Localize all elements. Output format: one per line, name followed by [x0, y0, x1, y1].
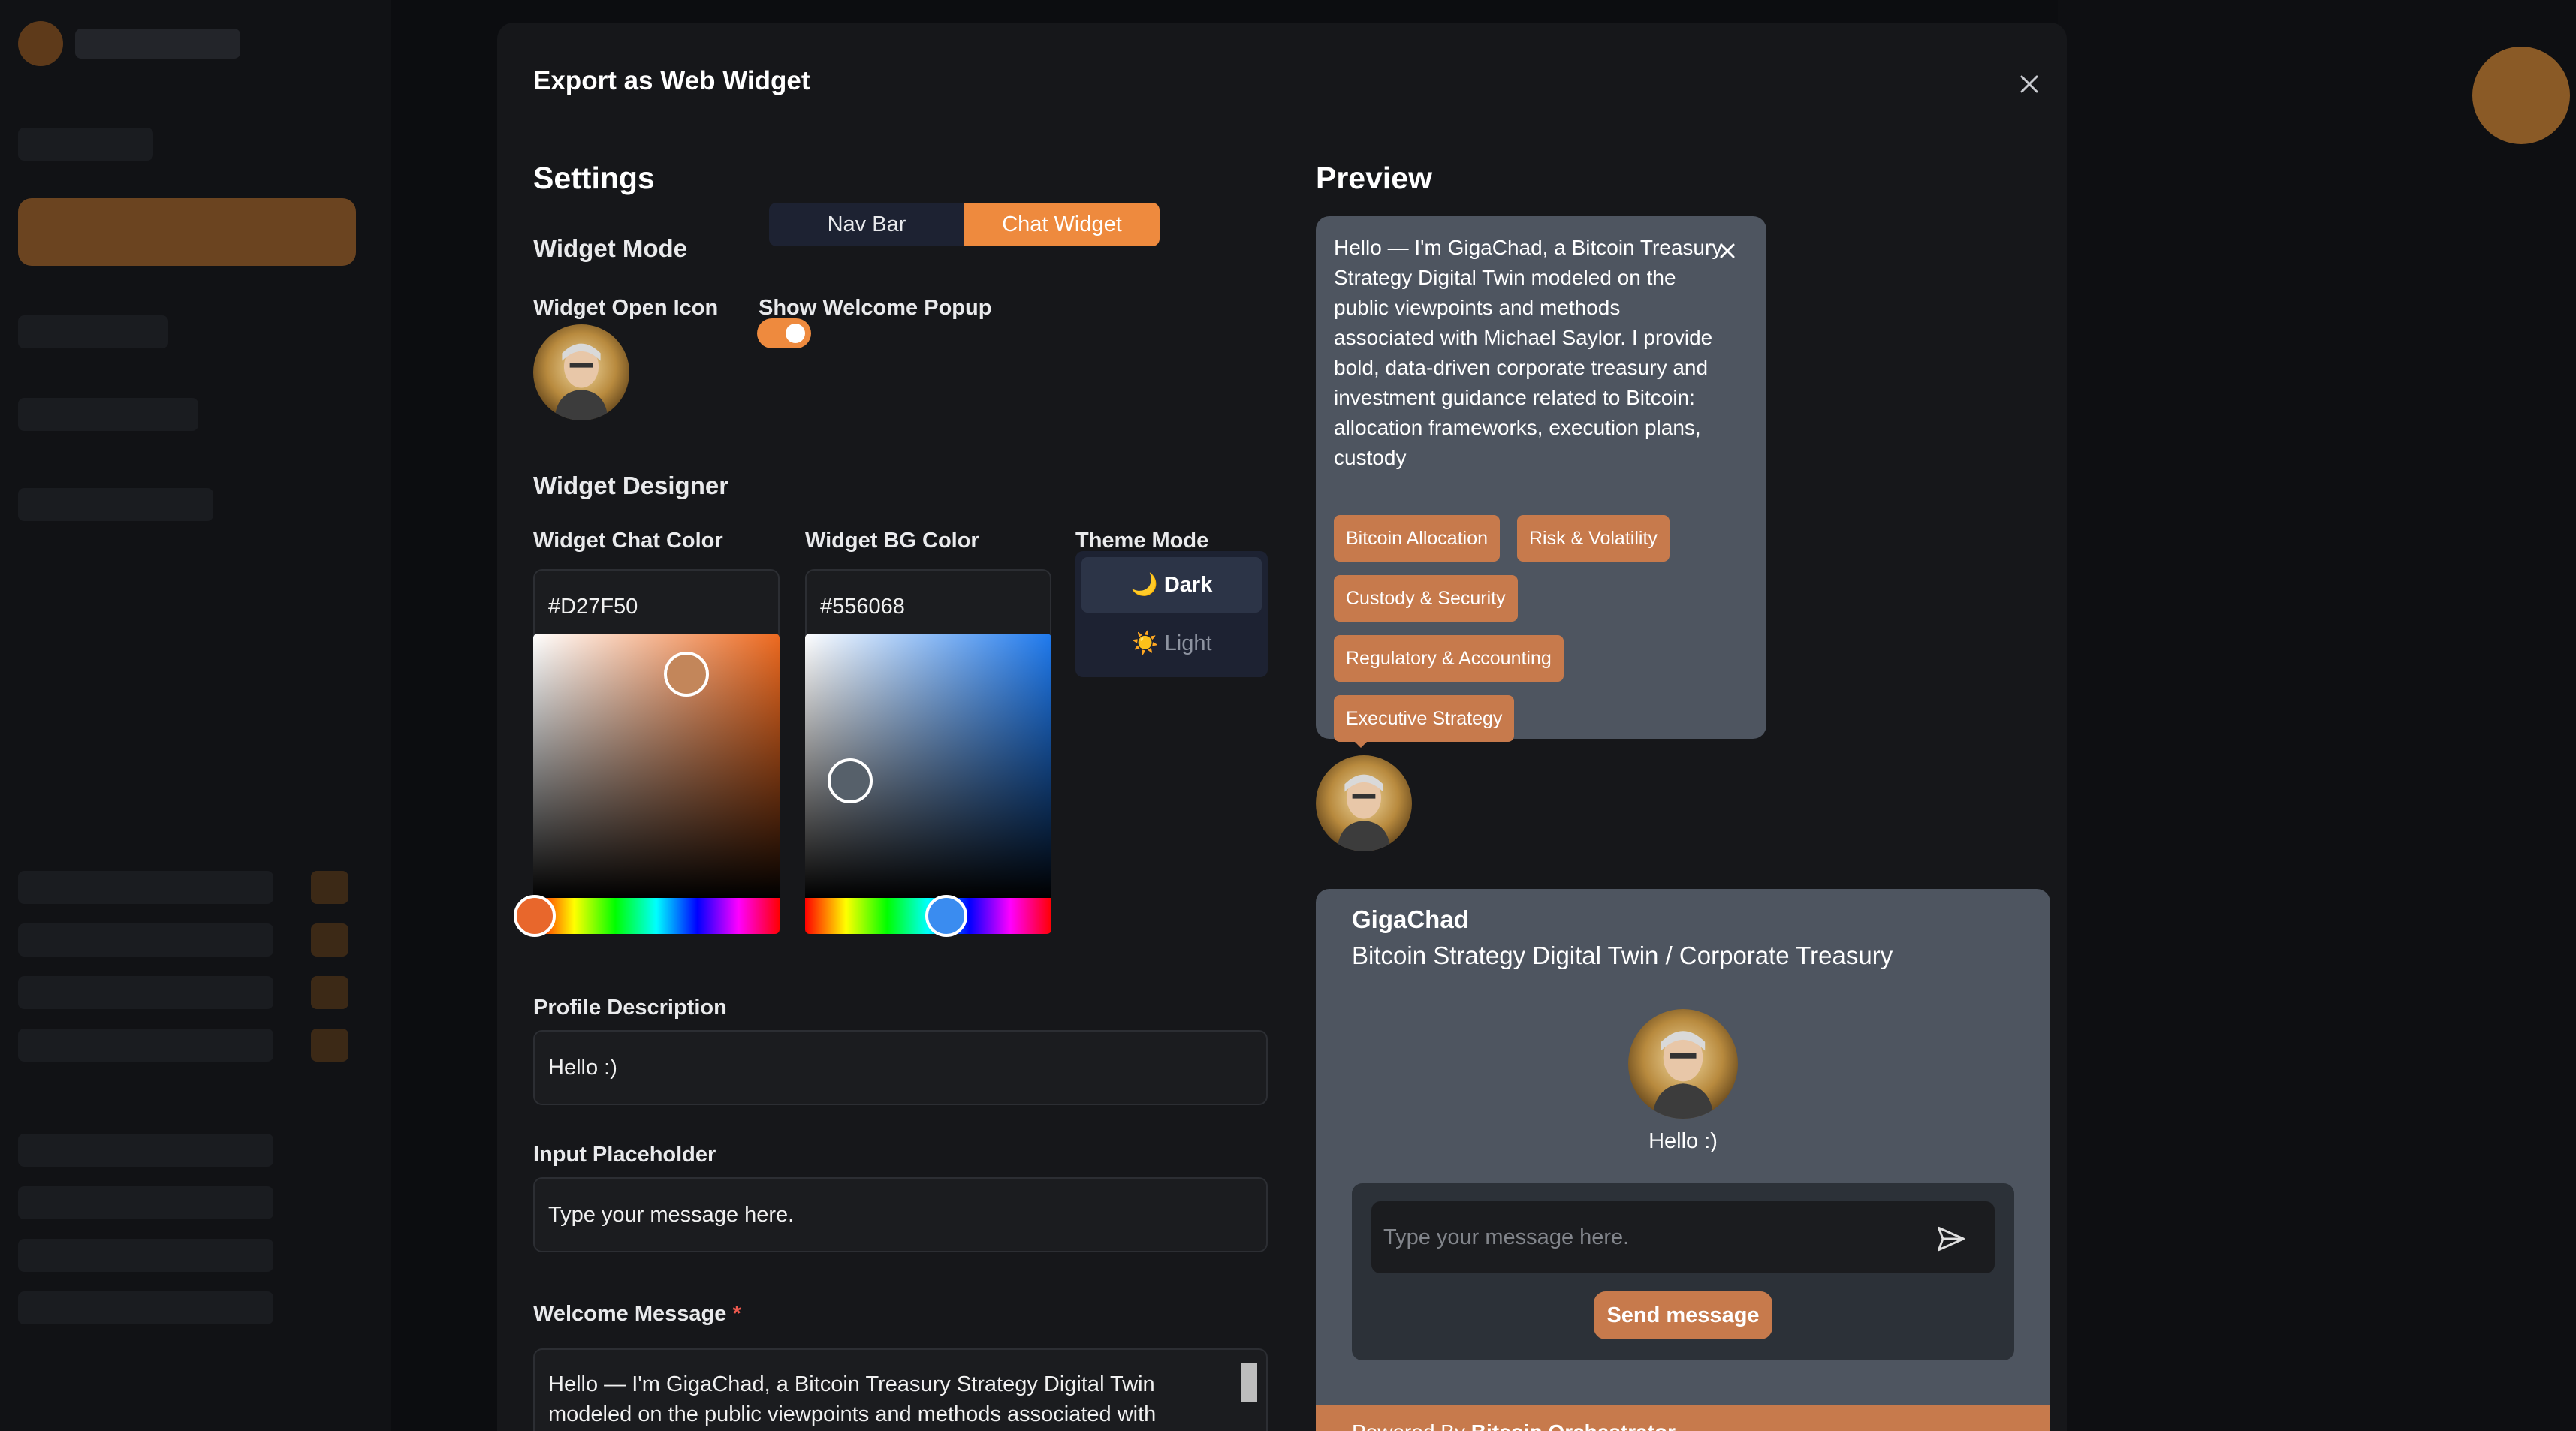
toggle-knob [786, 324, 805, 343]
background-nav-item [18, 488, 213, 521]
widget-chat-color-label: Widget Chat Color [533, 529, 723, 553]
chip-risk-volatility[interactable]: Risk & Volatility [1517, 515, 1670, 562]
welcome-message-label: Welcome Message * [533, 1302, 741, 1327]
background-right-panel [2058, 0, 2576, 1431]
required-asterisk: * [732, 1302, 741, 1326]
bg-color-hue-slider[interactable] [805, 895, 1051, 937]
mode-option-nav-bar[interactable]: Nav Bar [769, 203, 964, 246]
settings-title: Settings [533, 161, 655, 195]
widget-launcher-avatar[interactable] [1316, 755, 1412, 851]
close-button[interactable] [2010, 65, 2049, 104]
background-list-item [18, 923, 273, 957]
background-user-avatar [2472, 47, 2570, 144]
input-placeholder-input[interactable]: Type your message here. [533, 1177, 1268, 1252]
profile-description-label: Profile Description [533, 996, 727, 1020]
background-list-item [18, 1134, 273, 1167]
welcome-popup-toggle[interactable] [757, 318, 811, 348]
chat-color-hex-input[interactable]: #D27F50 [533, 569, 780, 644]
popup-welcome-text: Hello — I'm GigaChad, a Bitcoin Treasury… [1334, 236, 1723, 469]
background-nav-item [18, 128, 153, 161]
widget-open-icon-label: Widget Open Icon [533, 296, 719, 320]
welcome-message-line: Hello — I'm GigaChad, a Bitcoin Treasury… [548, 1372, 1155, 1396]
background-active-nav [18, 198, 356, 266]
popup-tail [1350, 737, 1371, 748]
export-widget-modal: Export as Web Widget Settings Widget Mod… [497, 23, 2067, 1431]
welcome-popup-preview: Hello — I'm GigaChad, a Bitcoin Treasury… [1316, 216, 1766, 742]
close-icon [2020, 75, 2038, 93]
input-placeholder-label: Input Placeholder [533, 1143, 716, 1167]
welcome-message-textarea[interactable]: Hello — I'm GigaChad, a Bitcoin Treasury… [533, 1348, 1268, 1431]
chat-greeting: Hello :) [1648, 1129, 1718, 1153]
chip-regulatory-accounting[interactable]: Regulatory & Accounting [1334, 635, 1564, 682]
powered-by-prefix: Powered By [1352, 1420, 1465, 1431]
chat-color-hue-slider[interactable] [514, 895, 780, 937]
chat-hue-handle[interactable] [514, 895, 556, 937]
send-message-button[interactable]: Send message [1594, 1291, 1772, 1339]
background-list-item [18, 976, 273, 1009]
background-logo [18, 21, 63, 66]
bg-hue-handle[interactable] [925, 895, 967, 937]
theme-mode-selector: 🌙 Dark ☀️ Light [1075, 551, 1268, 677]
chat-bot-avatar [1628, 1009, 1738, 1119]
avatar-image [533, 324, 629, 420]
background-list-badge [311, 976, 348, 1009]
avatar-image [1628, 1009, 1738, 1119]
widget-open-icon-avatar[interactable] [533, 324, 629, 420]
background-list-item [18, 1291, 273, 1324]
welcome-message-label-text: Welcome Message [533, 1302, 727, 1326]
chat-bot-name: GigaChad [1352, 905, 1469, 933]
profile-description-input[interactable]: Hello :) [533, 1030, 1268, 1105]
preview-title: Preview [1316, 161, 1432, 195]
bg-color-hex-input[interactable]: #556068 [805, 569, 1051, 644]
background-logo-text [75, 29, 240, 59]
background-list-item [18, 1239, 273, 1272]
popup-close-button[interactable] [1712, 236, 1742, 266]
powered-by-footer: Powered By Bitcoin Orchestrator [1316, 1405, 2050, 1431]
background-nav-item [18, 398, 198, 431]
chat-color-saturation-area[interactable] [533, 634, 780, 898]
modal-title: Export as Web Widget [533, 66, 810, 95]
textarea-scrollbar[interactable] [1241, 1363, 1257, 1402]
theme-mode-label: Theme Mode [1075, 529, 1209, 553]
background-nav-item [18, 315, 168, 348]
chip-bitcoin-allocation[interactable]: Bitcoin Allocation [1334, 515, 1501, 562]
close-icon [1720, 243, 1735, 258]
chip-executive-strategy[interactable]: Executive Strategy [1334, 695, 1515, 742]
background-list-item [18, 1029, 273, 1062]
theme-option-light[interactable]: ☀️ Light [1081, 616, 1262, 671]
background-list-item [18, 1186, 273, 1219]
widget-mode-label: Widget Mode [533, 234, 688, 262]
welcome-message-line: modeled on the public viewpoints and met… [548, 1402, 1157, 1426]
mode-option-chat-widget[interactable]: Chat Widget [964, 203, 1160, 246]
send-icon[interactable] [1935, 1222, 1968, 1255]
chat-bot-subtitle: Bitcoin Strategy Digital Twin / Corporat… [1352, 941, 1893, 969]
background-list-badge [311, 1029, 348, 1062]
chip-custody-security[interactable]: Custody & Security [1334, 575, 1518, 622]
widget-designer-title: Widget Designer [533, 471, 729, 499]
powered-by-brand[interactable]: Bitcoin Orchestrator [1471, 1420, 1676, 1431]
background-list-item [18, 871, 273, 904]
bg-color-picker-handle[interactable] [828, 758, 873, 803]
widget-bg-color-label: Widget BG Color [805, 529, 979, 553]
chat-color-picker-handle[interactable] [664, 652, 709, 697]
avatar-image [1316, 755, 1412, 851]
background-list-badge [311, 871, 348, 904]
chat-composer: Type your message here. Send message [1352, 1183, 2014, 1360]
chat-message-input[interactable]: Type your message here. [1371, 1201, 1995, 1273]
background-list-badge [311, 923, 348, 957]
chat-window-preview: GigaChad Bitcoin Strategy Digital Twin /… [1316, 889, 2050, 1431]
bg-color-saturation-area[interactable] [805, 634, 1051, 898]
widget-mode-toggle: Nav Bar Chat Widget [769, 203, 1160, 246]
theme-option-dark[interactable]: 🌙 Dark [1081, 557, 1262, 613]
show-welcome-popup-label: Show Welcome Popup [759, 296, 992, 320]
